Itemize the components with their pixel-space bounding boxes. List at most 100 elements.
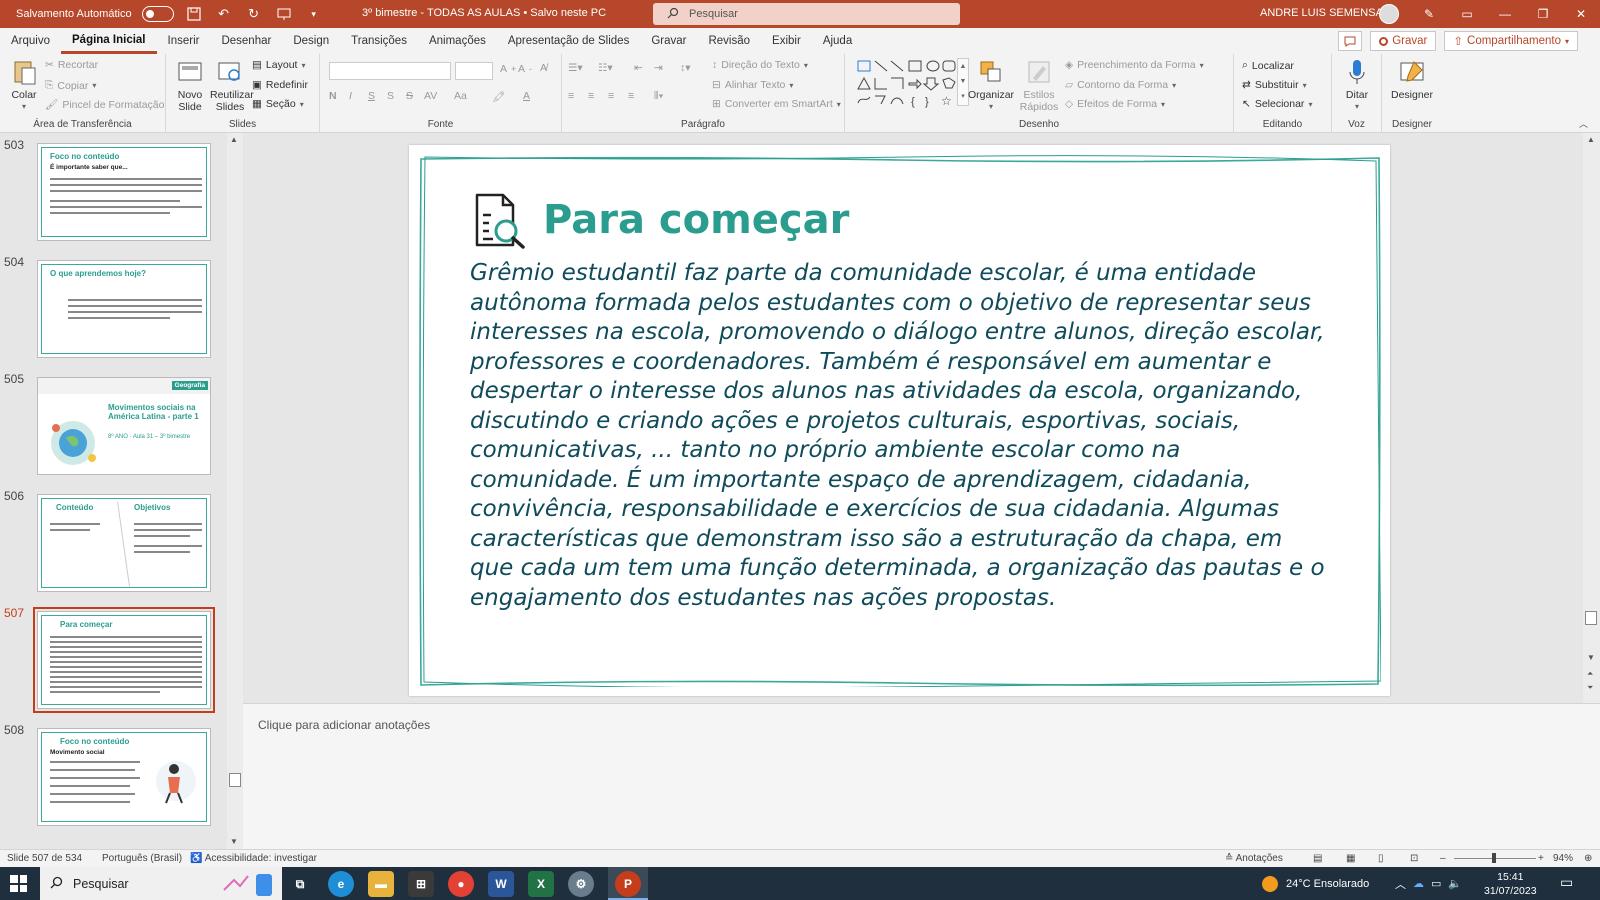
reuse-slides-button[interactable]: Reutilizar Slides: [210, 58, 254, 113]
notes-toggle[interactable]: ≙ Anotações: [1225, 853, 1283, 864]
zoom-out-icon[interactable]: –: [1440, 853, 1446, 864]
chrome-icon[interactable]: ●: [448, 871, 474, 897]
thumbnail-503[interactable]: Foco no conteúdo É importante saber que.…: [37, 143, 211, 241]
clear-format-icon[interactable]: A̸: [540, 62, 547, 74]
taskbar-search[interactable]: Pesquisar: [40, 867, 282, 900]
accessibility-status[interactable]: ♿ Acessibilidade: investigar: [190, 853, 317, 864]
tab-inserir[interactable]: Inserir: [157, 28, 211, 54]
thumbnails-scrollbar[interactable]: ▲ ▼: [227, 133, 243, 849]
thumbnail-506[interactable]: Conteúdo Objetivos: [37, 494, 211, 592]
search-box[interactable]: Pesquisar: [653, 3, 960, 25]
thumbnail-508[interactable]: Foco no conteúdo Movimento social: [37, 728, 211, 826]
strikethrough-button[interactable]: S: [406, 90, 413, 102]
save-icon[interactable]: [184, 4, 204, 24]
normal-view-icon[interactable]: ▤: [1313, 853, 1322, 864]
tab-ajuda[interactable]: Ajuda: [812, 28, 863, 54]
thumbnail-505[interactable]: Geografia Movimentos sociais na América …: [37, 377, 211, 475]
line-spacing-icon[interactable]: ↕▾: [680, 62, 691, 74]
windows-start-icon[interactable]: [10, 875, 27, 892]
tab-arquivo[interactable]: Arquivo: [0, 28, 61, 54]
paste-button[interactable]: Colar ▾: [8, 58, 40, 113]
zoom-level[interactable]: 94%: [1553, 853, 1573, 864]
italic-button[interactable]: I: [349, 90, 352, 102]
tab-revisao[interactable]: Revisão: [697, 28, 761, 54]
numbering-icon[interactable]: ☷▾: [598, 62, 613, 74]
change-case-button[interactable]: Aa: [454, 90, 467, 102]
customize-toolbar-icon[interactable]: ▾: [304, 4, 324, 24]
notifications-icon[interactable]: ▭: [1560, 874, 1573, 891]
pen-icon[interactable]: ✎: [1410, 0, 1448, 28]
highlight-icon[interactable]: 🖍: [492, 90, 505, 103]
task-view-icon[interactable]: ⧉: [287, 871, 313, 897]
arrange-button[interactable]: Organizar ▾: [968, 58, 1014, 113]
cut-button[interactable]: ✂ Recortar: [45, 59, 98, 71]
bullets-icon[interactable]: ☰▾: [568, 62, 583, 74]
replace-button[interactable]: ⇄ Substituir ▾: [1242, 79, 1313, 91]
underline-button[interactable]: S: [368, 90, 375, 102]
quick-styles-button[interactable]: Estilos Rápidos: [1017, 58, 1061, 113]
shape-fill-button[interactable]: ◈ Preenchimento da Forma ▾: [1065, 59, 1210, 71]
scroll-up-icon[interactable]: ▲: [230, 135, 238, 144]
reading-view-icon[interactable]: ▯: [1378, 853, 1384, 864]
slide-body-text[interactable]: Grêmio estudantil faz parte da comunidad…: [470, 259, 1330, 613]
scroll-up-icon[interactable]: ▲: [1587, 135, 1595, 144]
undo-icon[interactable]: ↶: [214, 4, 234, 24]
new-slide-button[interactable]: Novo Slide: [172, 58, 208, 113]
zoom-in-icon[interactable]: +: [1538, 853, 1544, 864]
thumbnail-507[interactable]: Para começar: [37, 611, 211, 709]
tab-desenhar[interactable]: Desenhar: [210, 28, 282, 54]
shape-effects-button[interactable]: ◇ Efeitos de Forma ▾: [1065, 98, 1171, 110]
tab-animacoes[interactable]: Animações: [418, 28, 497, 54]
justify-icon[interactable]: ≡: [628, 90, 634, 102]
shrink-font-icon[interactable]: A-: [518, 63, 532, 75]
tab-transicoes[interactable]: Transições: [340, 28, 418, 54]
weather-widget[interactable]: 24°C Ensolarado: [1262, 867, 1369, 900]
increase-indent-icon[interactable]: ⇥: [654, 62, 663, 74]
chevron-up-icon[interactable]: ︿: [1395, 876, 1406, 892]
scroll-down-icon[interactable]: ▼: [230, 837, 238, 846]
bold-button[interactable]: N: [329, 90, 337, 102]
collapse-ribbon-icon[interactable]: ︿: [1579, 117, 1588, 130]
char-spacing-button[interactable]: AV: [424, 90, 437, 102]
select-button[interactable]: ↖ Selecionar ▾: [1242, 98, 1318, 110]
document-title[interactable]: 3º bimestre - TODAS AS AULAS • Salvo nes…: [362, 7, 606, 19]
format-painter-button[interactable]: 🖌 Pincel de Formatação: [45, 98, 164, 112]
tab-gravar[interactable]: Gravar: [640, 28, 697, 54]
store-icon[interactable]: ⊞: [408, 871, 434, 897]
zoom-slider-handle[interactable]: [1492, 853, 1496, 863]
autosave-toggle[interactable]: [141, 6, 174, 22]
slide-title[interactable]: Para começar: [543, 197, 849, 243]
language-status[interactable]: Português (Brasil): [102, 853, 182, 864]
tab-design[interactable]: Design: [282, 28, 340, 54]
comments-button[interactable]: [1338, 31, 1363, 51]
minimize-icon[interactable]: —: [1486, 0, 1524, 28]
copy-button[interactable]: ⎘ Copiar ▾: [45, 79, 102, 92]
designer-button[interactable]: Designer: [1388, 58, 1436, 101]
user-name[interactable]: ANDRE LUIS SEMENSATO: [1260, 7, 1397, 19]
clock[interactable]: 15:41 31/07/2023: [1484, 870, 1537, 898]
font-name-input[interactable]: [329, 62, 451, 80]
avatar[interactable]: [1379, 4, 1399, 24]
font-size-input[interactable]: [455, 62, 493, 80]
align-left-icon[interactable]: ≡: [568, 90, 574, 102]
record-button[interactable]: Gravar: [1370, 31, 1437, 51]
excel-icon[interactable]: X: [528, 871, 554, 897]
edge-icon[interactable]: e: [328, 871, 354, 897]
columns-icon[interactable]: ⫴▾: [654, 90, 664, 103]
align-right-icon[interactable]: ≡: [608, 90, 614, 102]
present-icon[interactable]: [274, 4, 294, 24]
powerpoint-icon[interactable]: P: [615, 871, 641, 897]
slideshow-icon[interactable]: ⊡: [1410, 853, 1418, 864]
tab-apresentacao[interactable]: Apresentação de Slides: [497, 28, 640, 54]
previous-slide-icon[interactable]: ⏶: [1587, 669, 1593, 679]
font-color-icon[interactable]: A: [523, 90, 530, 102]
close-icon[interactable]: ✕: [1562, 0, 1600, 28]
fit-slide-icon[interactable]: ⊕: [1584, 853, 1592, 864]
layout-button[interactable]: ▤ Layout ▾: [252, 59, 311, 71]
thumbnail-504[interactable]: O que aprendemos hoje?: [37, 260, 211, 358]
redo-icon[interactable]: ↻: [244, 4, 264, 24]
section-button[interactable]: ▦ Seção ▾: [252, 98, 310, 110]
ribbon-display-icon[interactable]: ▭: [1448, 0, 1486, 28]
reset-button[interactable]: ▣ Redefinir: [252, 79, 308, 91]
editor-scrollbar[interactable]: ▲ ▼ ⏶ ⏷: [1583, 133, 1600, 703]
